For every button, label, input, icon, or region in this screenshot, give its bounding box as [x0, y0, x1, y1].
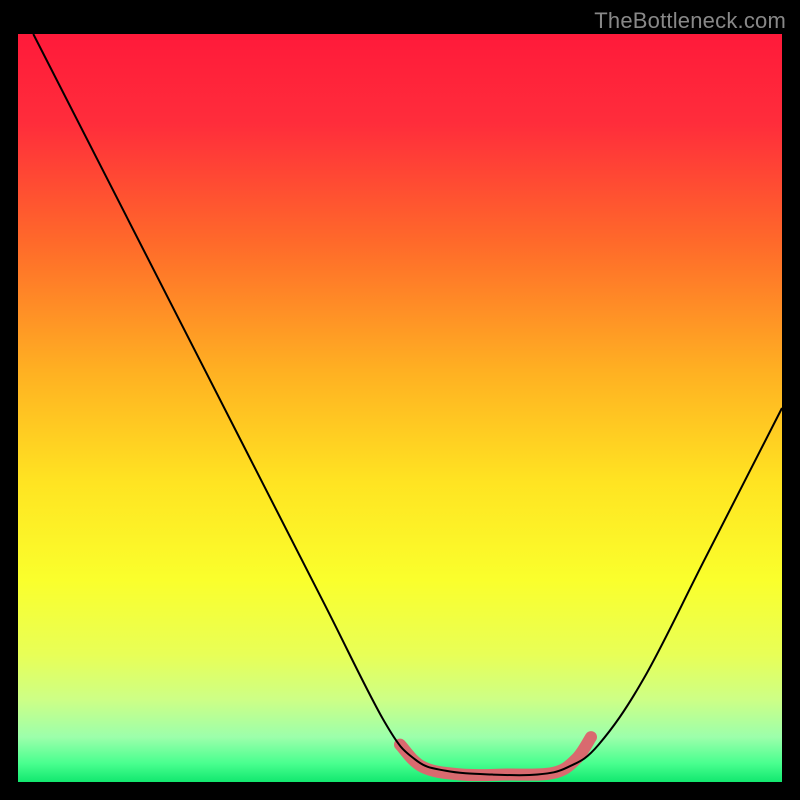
chart-container	[18, 34, 782, 782]
gradient-background	[18, 34, 782, 782]
attribution-text: TheBottleneck.com	[594, 8, 786, 34]
chart-svg	[18, 34, 782, 782]
